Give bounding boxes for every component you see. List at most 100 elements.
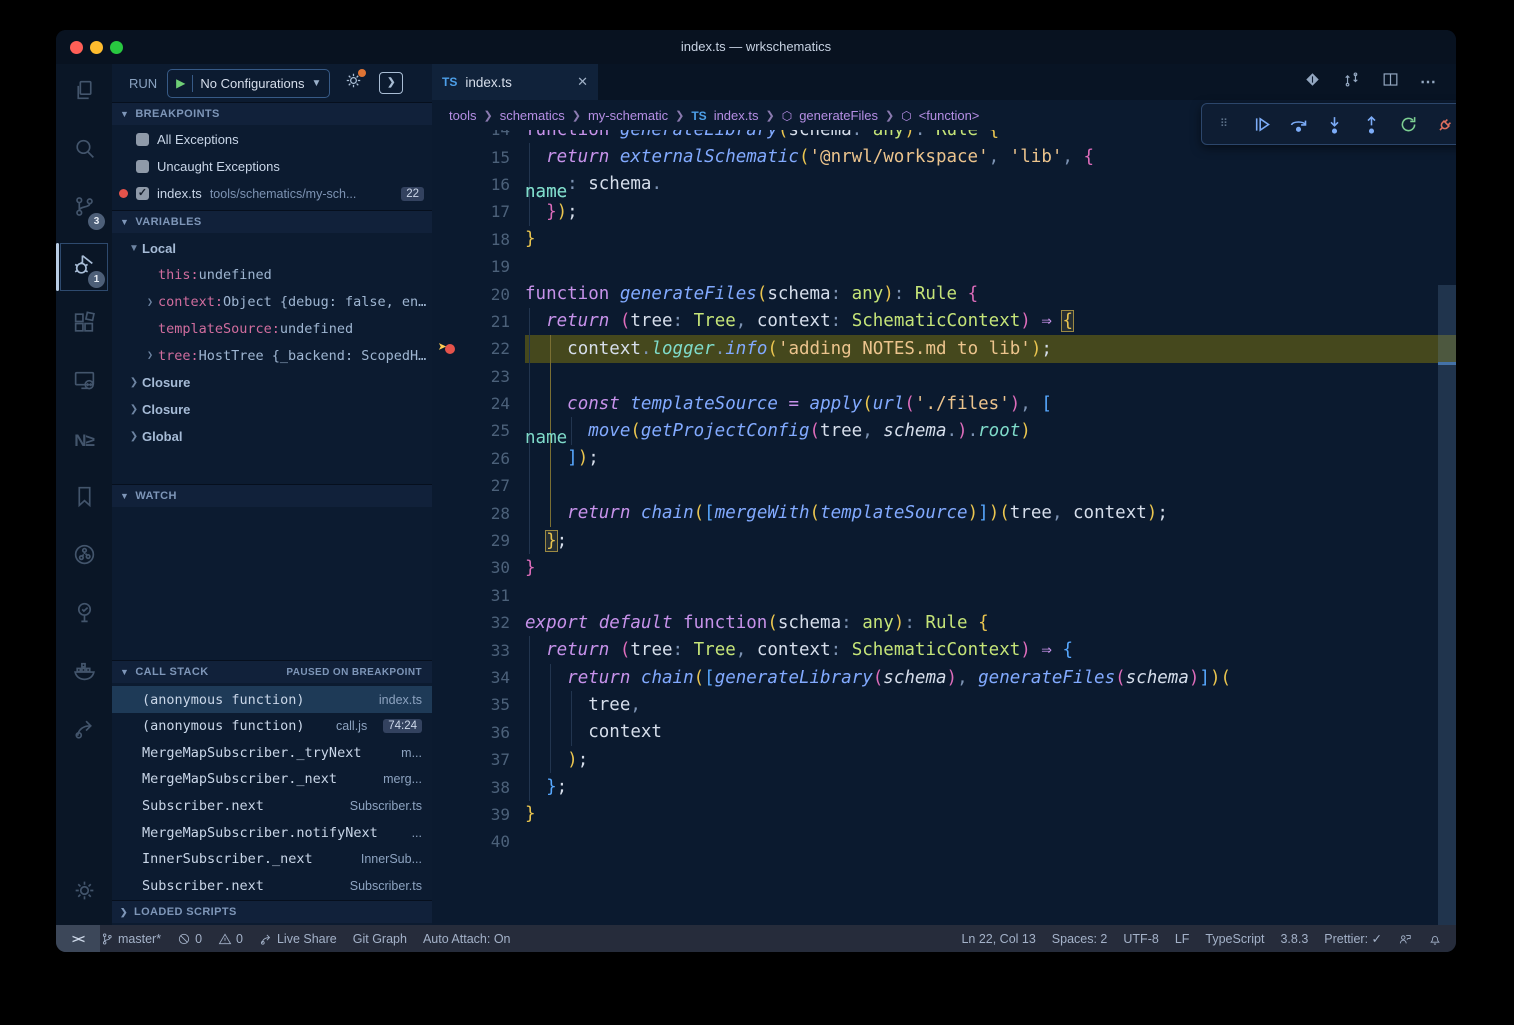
breakpoint-item[interactable]: Uncaught Exceptions [112,153,432,180]
loaded-scripts-header[interactable]: ❯LOADED SCRIPTS [112,900,432,923]
continue-icon[interactable] [1246,109,1276,139]
variable-scope-global[interactable]: ❯Global [112,423,432,450]
status-live-share[interactable]: Live Share [259,932,337,946]
variable-row[interactable]: this: undefined [112,262,432,289]
compare-changes-icon[interactable] [1342,70,1361,94]
breadcrumb-item[interactable]: tools [449,108,476,123]
status-0[interactable]: 0 [218,932,243,946]
step-over-icon[interactable] [1283,109,1313,139]
token [978,130,989,140]
status-spaces-2[interactable]: Spaces: 2 [1052,932,1108,946]
search-icon[interactable] [56,122,112,180]
checkbox-unchecked[interactable] [136,133,149,146]
nx-console-icon[interactable]: N≥ [56,412,112,470]
variable-scope-local[interactable]: ▼Local [112,235,432,262]
live-share-icon[interactable] [56,702,112,760]
breadcrumb-item[interactable]: generateFiles [799,108,878,123]
indent-guide [550,691,551,718]
status-feedback-icon[interactable] [1398,932,1412,946]
status-lf[interactable]: LF [1175,932,1190,946]
status-git-graph[interactable]: Git Graph [353,932,407,946]
breakpoints-header[interactable]: ▼BREAKPOINTS [112,102,432,125]
docker-icon [72,658,97,688]
token: function [683,613,767,633]
breadcrumb-item[interactable]: my-schematic [588,108,668,123]
call-stack-frame[interactable]: InnerSubscriber._nextInnerSub... [112,846,432,873]
status-auto-attach-on[interactable]: Auto Attach: On [423,932,511,946]
more-actions-icon[interactable]: ⋯ [1420,72,1438,92]
source-control-icon[interactable]: 3 [56,180,112,238]
scrollbar[interactable] [1438,130,1456,925]
checkbox-checked[interactable]: ✓ [136,187,149,200]
scrollbar-thumb[interactable] [1438,285,1456,925]
call-stack-frame[interactable]: MergeMapSubscriber.notifyNext... [112,819,432,846]
split-editor-icon[interactable] [1381,70,1400,94]
breakpoint-item[interactable]: ✓index.tstools/schematics/my-sch...22 [112,180,432,207]
line-content: context [525,719,1456,746]
code-editor[interactable]: 14function generateLibrary(schema: any):… [432,130,1456,925]
chevron-right-icon[interactable]: ❯ [126,377,142,388]
breadcrumb-item[interactable]: schematics [500,108,565,123]
remote-explorer-icon[interactable] [56,354,112,412]
checkbox-unchecked[interactable] [136,160,149,173]
call-stack-frame[interactable]: Subscriber.nextSubscriber.ts [112,792,432,819]
tab-index-ts[interactable]: TS index.ts ✕ [432,64,598,100]
status-bell-icon[interactable] [1428,932,1442,946]
close-icon[interactable]: ✕ [577,74,588,90]
remote-indicator[interactable]: >< [56,925,100,952]
status-3-8-3[interactable]: 3.8.3 [1280,932,1308,946]
call-stack-frame[interactable]: MergeMapSubscriber._tryNextm... [112,739,432,766]
status-ln-22-col-13[interactable]: Ln 22, Col 13 [961,932,1035,946]
chevron-down-icon[interactable]: ▼ [126,243,142,254]
restart-icon[interactable] [1394,109,1424,139]
call-stack-frame[interactable]: Subscriber.nextSubscriber.ts [112,872,432,899]
line-number: 36 [462,723,510,742]
extensions-icon[interactable] [56,296,112,354]
call-stack-header[interactable]: ▼CALL STACKPAUSED ON BREAKPOINT [112,660,432,683]
call-stack-frame[interactable]: (anonymous function)index.ts [112,686,432,713]
status-0[interactable]: 0 [177,932,202,946]
run-debug-icon[interactable]: 1 [56,238,112,296]
open-changes-icon[interactable] [1303,70,1322,94]
git-graph-icon[interactable] [56,528,112,586]
step-out-icon[interactable] [1357,109,1387,139]
chevron-right-icon[interactable]: ❯ [126,404,142,415]
chevron-right-icon[interactable]: ❯ [142,350,158,361]
variable-scope-closure[interactable]: ❯Closure [112,369,432,396]
settings-gear-icon[interactable] [56,861,112,919]
call-stack-frame[interactable]: MergeMapSubscriber._nextmerg... [112,766,432,793]
status-master-[interactable]: master* [100,932,161,946]
debug-console-icon[interactable]: ❯ [379,72,403,94]
status-utf-8[interactable]: UTF-8 [1123,932,1158,946]
variable-row[interactable]: ❯context: Object {debug: false, en… [112,289,432,316]
line-content: ]); [525,445,1456,472]
variable-row[interactable]: templateSource: undefined [112,315,432,342]
docker-icon[interactable] [56,644,112,702]
line-content: export default function(schema: any): Ru… [525,609,1456,636]
line-content [525,828,1456,855]
configure-gear-icon[interactable] [344,71,363,95]
breadcrumb-item[interactable]: <function> [919,108,980,123]
variable-row[interactable]: ❯tree: HostTree {_backend: ScopedH… [112,342,432,369]
run-configuration-dropdown[interactable]: ▶ No Configurations ▼ [167,69,330,98]
test-explorer-icon[interactable] [56,586,112,644]
start-debug-icon[interactable]: ▶ [176,76,185,90]
step-into-icon[interactable] [1320,109,1350,139]
bookmarks-icon[interactable] [56,470,112,528]
status-typescript[interactable]: TypeScript [1205,932,1264,946]
call-stack-frame[interactable]: (anonymous function)call.js74:24 [112,713,432,740]
watch-header[interactable]: ▼WATCH [112,484,432,507]
breadcrumb-item[interactable]: index.ts [714,108,759,123]
token: ) [557,202,568,222]
disconnect-icon[interactable] [1430,109,1456,139]
title-bar[interactable]: index.ts — wrkschematics [56,30,1456,64]
token: tree [630,311,672,331]
variables-header[interactable]: ▼VARIABLES [112,210,432,233]
status-prettier-[interactable]: Prettier: ✓ [1324,931,1382,946]
breakpoint-item[interactable]: All Exceptions [112,126,432,153]
chevron-right-icon[interactable]: ❯ [142,297,158,308]
variable-scope-closure[interactable]: ❯Closure [112,396,432,423]
explorer-icon[interactable] [56,64,112,122]
chevron-right-icon[interactable]: ❯ [126,431,142,442]
breadcrumb-separator: ❯ [675,109,684,122]
